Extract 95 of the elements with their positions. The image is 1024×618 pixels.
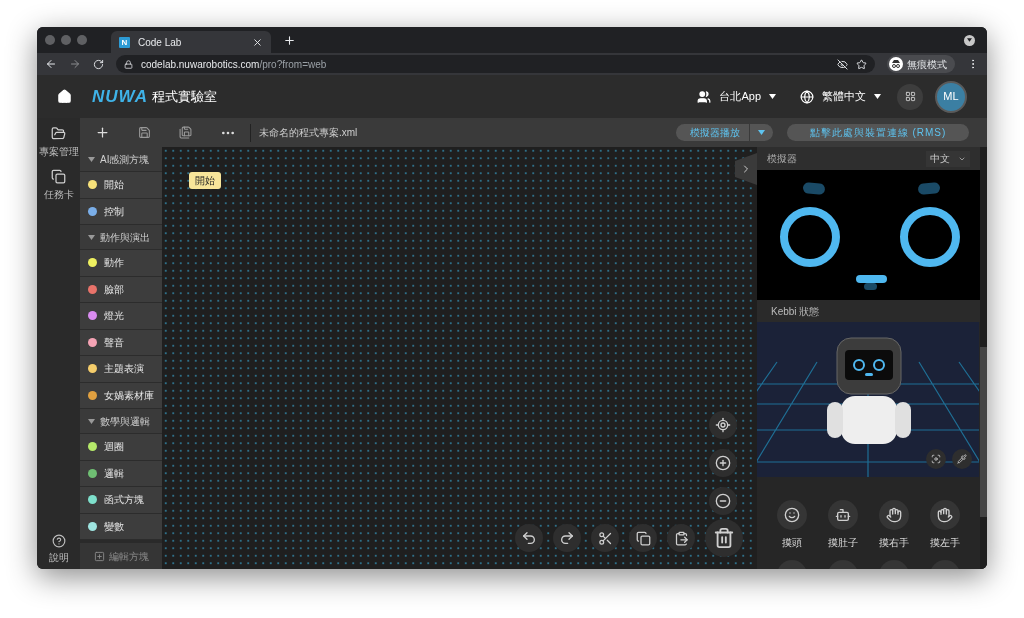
category-item[interactable]: 動作 [80,250,162,277]
category-header[interactable]: 動作與演出 [80,225,162,250]
home-icon[interactable] [57,89,72,104]
trash-button[interactable] [705,519,743,557]
category-item[interactable]: 聲音 [80,329,162,356]
tab-title: Code Lab [138,35,183,50]
copy-button[interactable] [629,524,657,552]
eye-off-icon[interactable] [837,58,848,70]
undo-button[interactable] [515,524,543,552]
redo-button[interactable] [553,524,581,552]
star-icon[interactable] [856,58,867,70]
tab-menu-icon[interactable] [964,34,975,46]
incognito-icon [889,57,903,71]
paste-icon [673,530,689,546]
edit-blocks-button[interactable]: 編輯方塊 [80,543,162,569]
crosshair-icon [715,417,731,433]
action-button[interactable]: 摸頭 [771,500,814,550]
globe-icon [800,89,814,104]
save-icon[interactable] [138,126,151,139]
face-icon [784,507,801,523]
action-button[interactable]: 摸肚子 [821,500,865,550]
category-item[interactable]: 迴圈 [80,434,162,461]
zoom-out-button[interactable] [709,487,737,515]
close-icon[interactable] [252,36,263,48]
focus-icon [931,454,941,464]
cut-button[interactable] [591,524,619,552]
browser-tab[interactable]: N Code Lab [111,31,271,53]
file-name: 未命名的程式專案.xml [259,126,359,140]
caret-icon [758,130,765,135]
trash-icon [713,527,735,549]
language-select[interactable]: 中文 [926,150,970,167]
expanded-caret-icon [88,234,95,240]
expanded-caret-icon [88,418,95,424]
edit-icon [93,550,105,562]
grid-icon [904,91,916,102]
category-header[interactable]: 數學與邏輯 [80,409,162,434]
pipette-icon [957,454,967,464]
scissors-icon [597,530,613,546]
cards-icon [51,169,66,184]
logo: NUWA [92,85,148,108]
zoom-out-icon [715,493,731,509]
redo-icon [559,530,575,546]
rail-button[interactable]: 任務卡 [43,169,74,202]
org-dropdown[interactable]: 台北App [697,88,776,105]
lock-icon [124,59,133,69]
category-item[interactable]: 燈光 [80,303,162,330]
apps-button[interactable] [897,83,923,110]
category-header[interactable]: AI感測方塊 [80,147,162,172]
back-icon[interactable] [45,58,57,70]
robot-icon [835,507,852,523]
paste-button[interactable] [667,524,695,552]
category-item[interactable]: 開始 [80,172,162,199]
status-title: Kebbi 狀態 [771,304,820,319]
category-item[interactable]: 變數 [80,513,162,540]
address-field[interactable]: codelab.nuwarobotics.com/pro?from=web [116,55,875,73]
category-item[interactable]: 控制 [80,198,162,225]
help-button[interactable]: 說明 [48,534,69,565]
simulator-play-button[interactable]: 模擬器播放 [676,124,773,141]
undo-icon [521,530,537,546]
scrollbar-thumb[interactable] [980,347,987,517]
action-button[interactable]: 摸右手 [872,500,916,550]
save-as-icon[interactable] [179,126,192,139]
profile-chip[interactable]: 無痕模式 [887,55,955,73]
expanded-caret-icon [88,156,95,162]
category-item[interactable]: 臉部 [80,276,162,303]
zoom-in-icon [715,455,731,471]
panel-title: 模擬器 [767,152,798,166]
help-icon [51,534,66,548]
folder-icon [51,126,66,141]
zoom-in-button[interactable] [709,449,737,477]
action-button[interactable]: 摸左手 [923,500,966,550]
language-dropdown[interactable]: 繁體中文 [800,88,881,105]
caret-icon [769,94,776,99]
start-block[interactable]: 開始 [189,172,221,189]
category-item[interactable]: 女媧素材庫 [80,382,162,409]
hand-icon [936,507,953,523]
caret-icon [874,94,881,99]
new-icon[interactable] [95,125,110,140]
copy-icon [635,530,651,546]
favicon: N [119,36,130,48]
product-title: 程式實驗室 [151,87,217,106]
caret-icon [967,38,972,42]
category-item[interactable]: 邏輯 [80,460,162,487]
rail-button[interactable]: 專案管理 [38,126,79,159]
hand-icon [885,507,902,523]
recenter-button[interactable] [709,411,737,439]
connect-button[interactable]: 點擊此處與裝置連線 (RMS) [787,124,969,141]
new-tab-icon[interactable] [283,33,296,47]
avatar[interactable]: ML [935,80,967,113]
category-item[interactable]: 函式方塊 [80,487,162,514]
category-item[interactable]: 主題表演 [80,356,162,383]
url-text: codelab.nuwarobotics.com/pro?from=web [141,57,328,72]
users-icon [697,89,712,104]
workspace-canvas[interactable]: 開始 [162,147,757,569]
reload-icon[interactable] [93,58,104,70]
